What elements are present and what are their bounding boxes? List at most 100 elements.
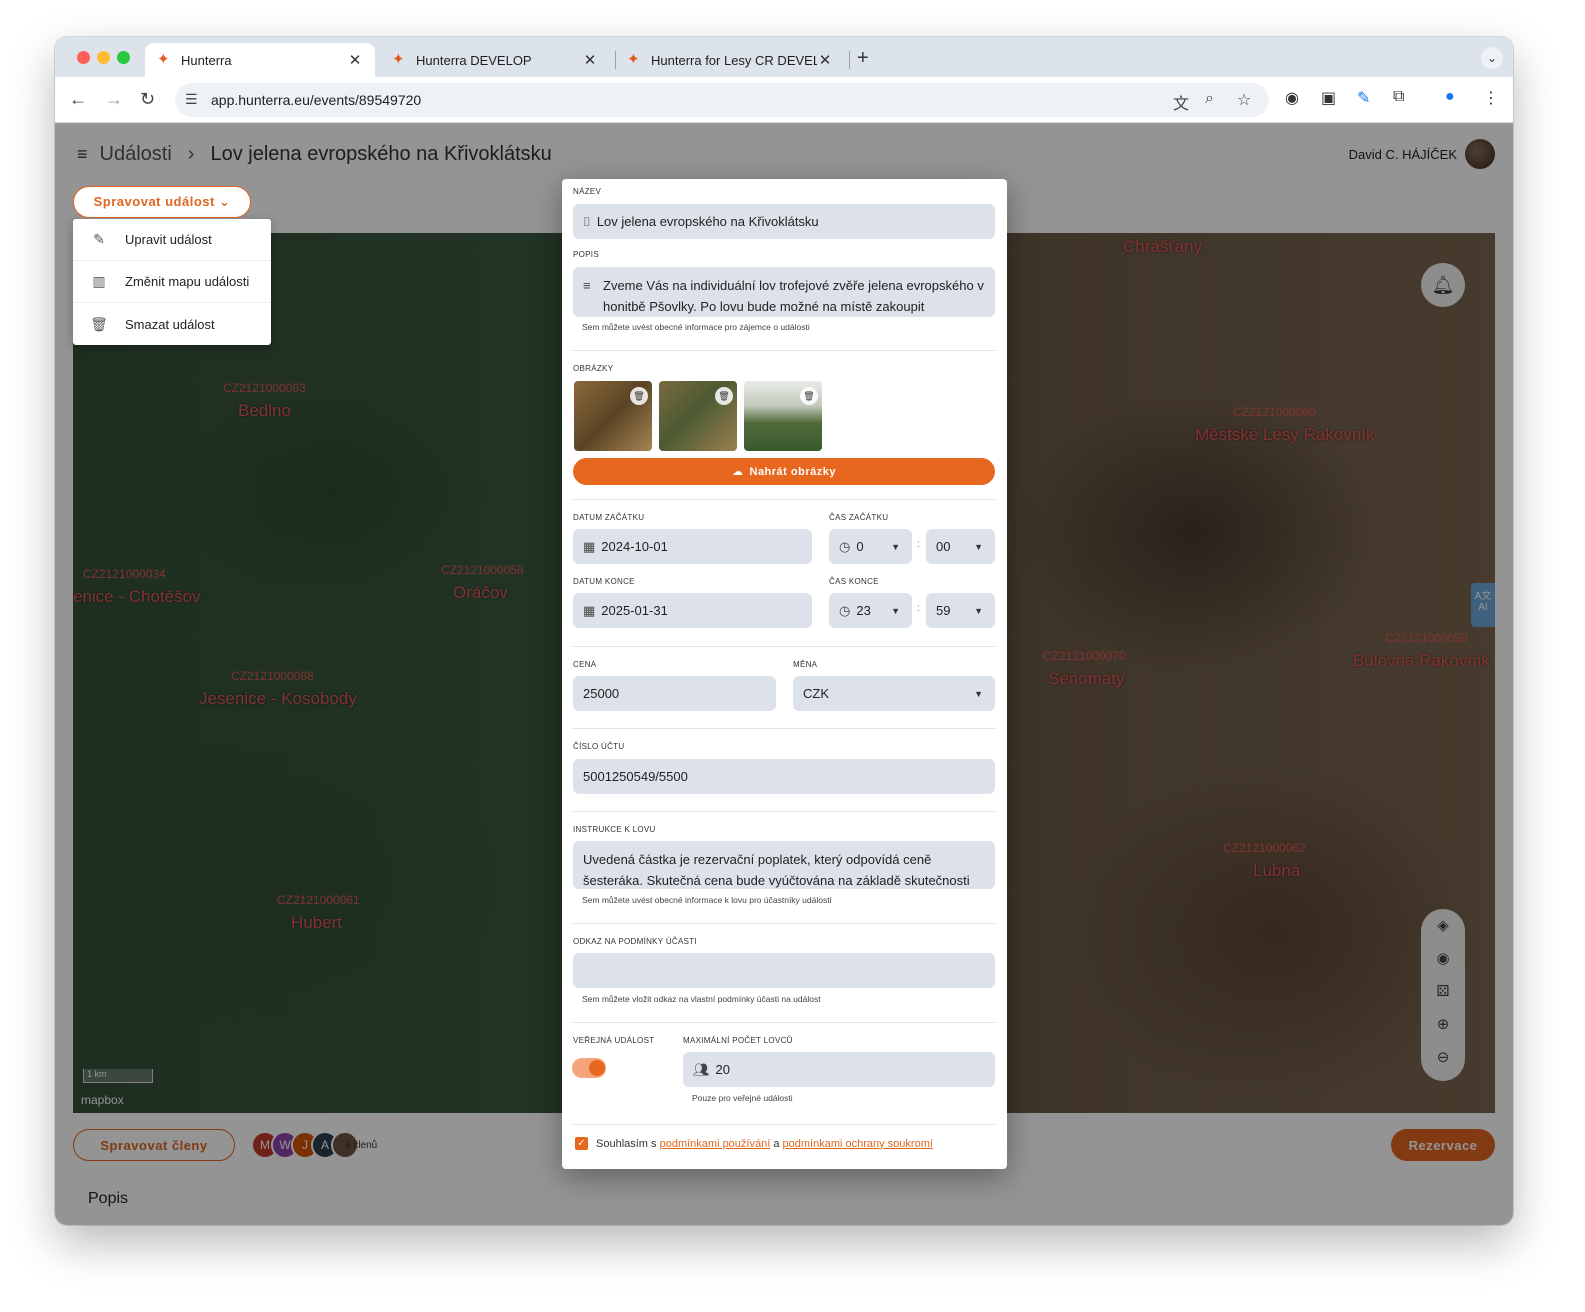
image-thumbnail[interactable]: 🗑︎: [574, 381, 652, 451]
max-hunters-field[interactable]: 👥︎ 20: [683, 1052, 995, 1087]
group-icon: 👥︎: [693, 1061, 710, 1077]
terms-link-field[interactable]: [573, 953, 995, 988]
description-label: Popis: [573, 250, 599, 259]
agree-text: a: [773, 1137, 780, 1150]
manage-event-button[interactable]: Spravovat událost ⌄: [73, 186, 251, 218]
account-value: 5001250549/5500: [583, 769, 688, 784]
kebab-menu-icon[interactable]: ⋮: [1483, 88, 1499, 108]
description-textarea[interactable]: ≡ Zveme Vás na individuální lov trofejov…: [573, 267, 995, 317]
start-hour-select[interactable]: ◷ 0 ▼: [829, 529, 912, 564]
time-separator: :: [917, 539, 920, 550]
puzzle-icon[interactable]: ⧉: [1393, 88, 1404, 106]
dropdown-arrow-icon: ▼: [974, 541, 983, 552]
edit-extension-icon[interactable]: ✎: [1357, 88, 1370, 108]
tab-hunterra-develop[interactable]: ✦ Hunterra DEVELOP ✕: [380, 43, 610, 77]
manage-event-menu: ✎ Upravit událost ▥ Změnit mapu události 🗑…: [73, 219, 271, 345]
agree-text: Souhlasím s: [596, 1137, 657, 1150]
start-hour-value: 0: [856, 539, 864, 554]
upload-label: Nahrát obrázky: [749, 465, 836, 478]
end-hour-select[interactable]: ◷ 23 ▼: [829, 593, 912, 628]
delete-image-icon[interactable]: 🗑︎: [630, 387, 648, 405]
public-event-toggle[interactable]: [572, 1058, 606, 1078]
menu-item-label: Smazat událost: [125, 316, 215, 332]
public-event-label: Veřejná událost: [573, 1036, 655, 1045]
currency-label: Měna: [793, 660, 818, 669]
name-field[interactable]: ⌷ Lov jelena evropského na Křivoklátsku: [573, 204, 995, 239]
tab-title: Hunterra: [181, 52, 232, 68]
toggle-knob: [589, 1060, 605, 1076]
max-hunters-value: 20: [715, 1062, 730, 1077]
account-field[interactable]: 5001250549/5500: [573, 759, 995, 794]
close-tab-icon[interactable]: ✕: [582, 51, 598, 69]
name-label: Název: [573, 187, 602, 196]
tab-hunterra[interactable]: ✦ Hunterra ✕: [145, 43, 375, 77]
start-date-value: 2024-10-01: [601, 539, 668, 554]
privacy-policy-link[interactable]: podmínkami ochrany soukromí: [783, 1138, 933, 1150]
cloud-upload-icon: ☁: [732, 466, 744, 478]
tab-search-chevron-icon[interactable]: ⌄: [1481, 47, 1503, 69]
divider: [573, 923, 995, 924]
price-label: Cena: [573, 660, 597, 669]
price-value: 25000: [583, 686, 620, 701]
translate-icon[interactable]: 文: [1173, 90, 1189, 114]
image-thumbnail[interactable]: 🗑︎: [744, 381, 822, 451]
close-tab-icon[interactable]: ✕: [347, 51, 363, 69]
tab-separator: [849, 51, 850, 69]
account-label: Číslo účtu: [573, 742, 625, 751]
profile-icon[interactable]: ●: [1445, 88, 1455, 106]
tag-icon: ⌷: [583, 213, 591, 229]
instructions-hint: Sem můžete uvést obecné informace k lovu…: [582, 895, 832, 905]
agreement-row: ✓ Souhlasím s podmínkami používání a pod…: [575, 1137, 933, 1150]
terms-of-use-link[interactable]: podmínkami používání: [660, 1138, 771, 1150]
new-tab-button[interactable]: +: [857, 47, 869, 70]
tab-title: Hunterra DEVELOP: [416, 52, 532, 68]
bookmark-star-icon[interactable]: ☆: [1237, 90, 1251, 110]
menu-item-edit-event[interactable]: ✎ Upravit událost: [73, 219, 271, 261]
forward-icon[interactable]: →: [105, 89, 123, 110]
start-date-field[interactable]: ▦ 2024-10-01: [573, 529, 812, 564]
edit-event-dialog: Název ⌷ Lov jelena evropského na Křivokl…: [562, 179, 1007, 1169]
dropdown-arrow-icon: ▼: [891, 541, 900, 552]
close-tab-icon[interactable]: ✕: [817, 51, 833, 69]
zoom-icon[interactable]: ⌕: [1205, 90, 1214, 108]
back-icon[interactable]: ←: [69, 89, 87, 110]
calendar-icon: ▦: [583, 538, 596, 554]
end-minute-select[interactable]: 59 ▼: [926, 593, 995, 628]
extension-icon[interactable]: ▣: [1321, 88, 1336, 108]
images-label: Obrázky: [573, 364, 614, 373]
price-field[interactable]: 25000: [573, 676, 776, 711]
end-date-field[interactable]: ▦ 2025-01-31: [573, 593, 812, 628]
instructions-textarea[interactable]: Uvedená částka je rezervační poplatek, k…: [573, 841, 995, 889]
map-icon: ▥: [92, 273, 106, 289]
dropdown-arrow-icon: ▼: [891, 605, 900, 616]
time-separator: :: [917, 603, 920, 614]
upload-images-button[interactable]: ☁ Nahrát obrázky: [573, 458, 995, 485]
delete-image-icon[interactable]: 🗑︎: [715, 387, 733, 405]
terms-link-hint: Sem můžete vložit odkaz na vlastní podmí…: [582, 994, 821, 1004]
menu-item-change-map[interactable]: ▥ Změnit mapu události: [73, 261, 271, 303]
minimize-window-button[interactable]: [97, 51, 110, 64]
url-text[interactable]: app.hunterra.eu/events/89549720: [211, 92, 421, 108]
tab-hunterra-lesy[interactable]: ✦ Hunterra for Lesy CR DEVELOP ✕: [615, 43, 845, 77]
maximize-window-button[interactable]: [117, 51, 130, 64]
max-hunters-label: Maximální počet lovců: [683, 1036, 793, 1045]
agree-checkbox[interactable]: ✓: [575, 1137, 588, 1150]
image-thumbnail[interactable]: 🗑︎: [659, 381, 737, 451]
divider: [573, 1124, 995, 1125]
notes-icon: ≡: [583, 278, 591, 293]
start-minute-select[interactable]: 00 ▼: [926, 529, 995, 564]
description-hint: Sem můžete uvést obecné informace pro zá…: [582, 322, 810, 332]
delete-image-icon[interactable]: 🗑︎: [800, 387, 818, 405]
instructions-label: Instrukce k lovu: [573, 825, 656, 834]
close-window-button[interactable]: [77, 51, 90, 64]
address-bar[interactable]: ☰ app.hunterra.eu/events/89549720 文 ⌕ ☆: [175, 83, 1269, 117]
reload-icon[interactable]: ↻: [140, 89, 155, 110]
menu-item-delete-event[interactable]: 🗑︎ Smazat událost: [73, 303, 271, 345]
menu-item-label: Upravit událost: [125, 232, 212, 247]
site-info-icon[interactable]: ☰: [185, 91, 198, 108]
trash-icon: 🗑︎: [90, 315, 108, 332]
divider: [573, 811, 995, 812]
clock-icon: ◷: [839, 602, 851, 618]
extension-icon[interactable]: ◉: [1285, 88, 1299, 108]
currency-select[interactable]: CZK ▼: [793, 676, 995, 711]
